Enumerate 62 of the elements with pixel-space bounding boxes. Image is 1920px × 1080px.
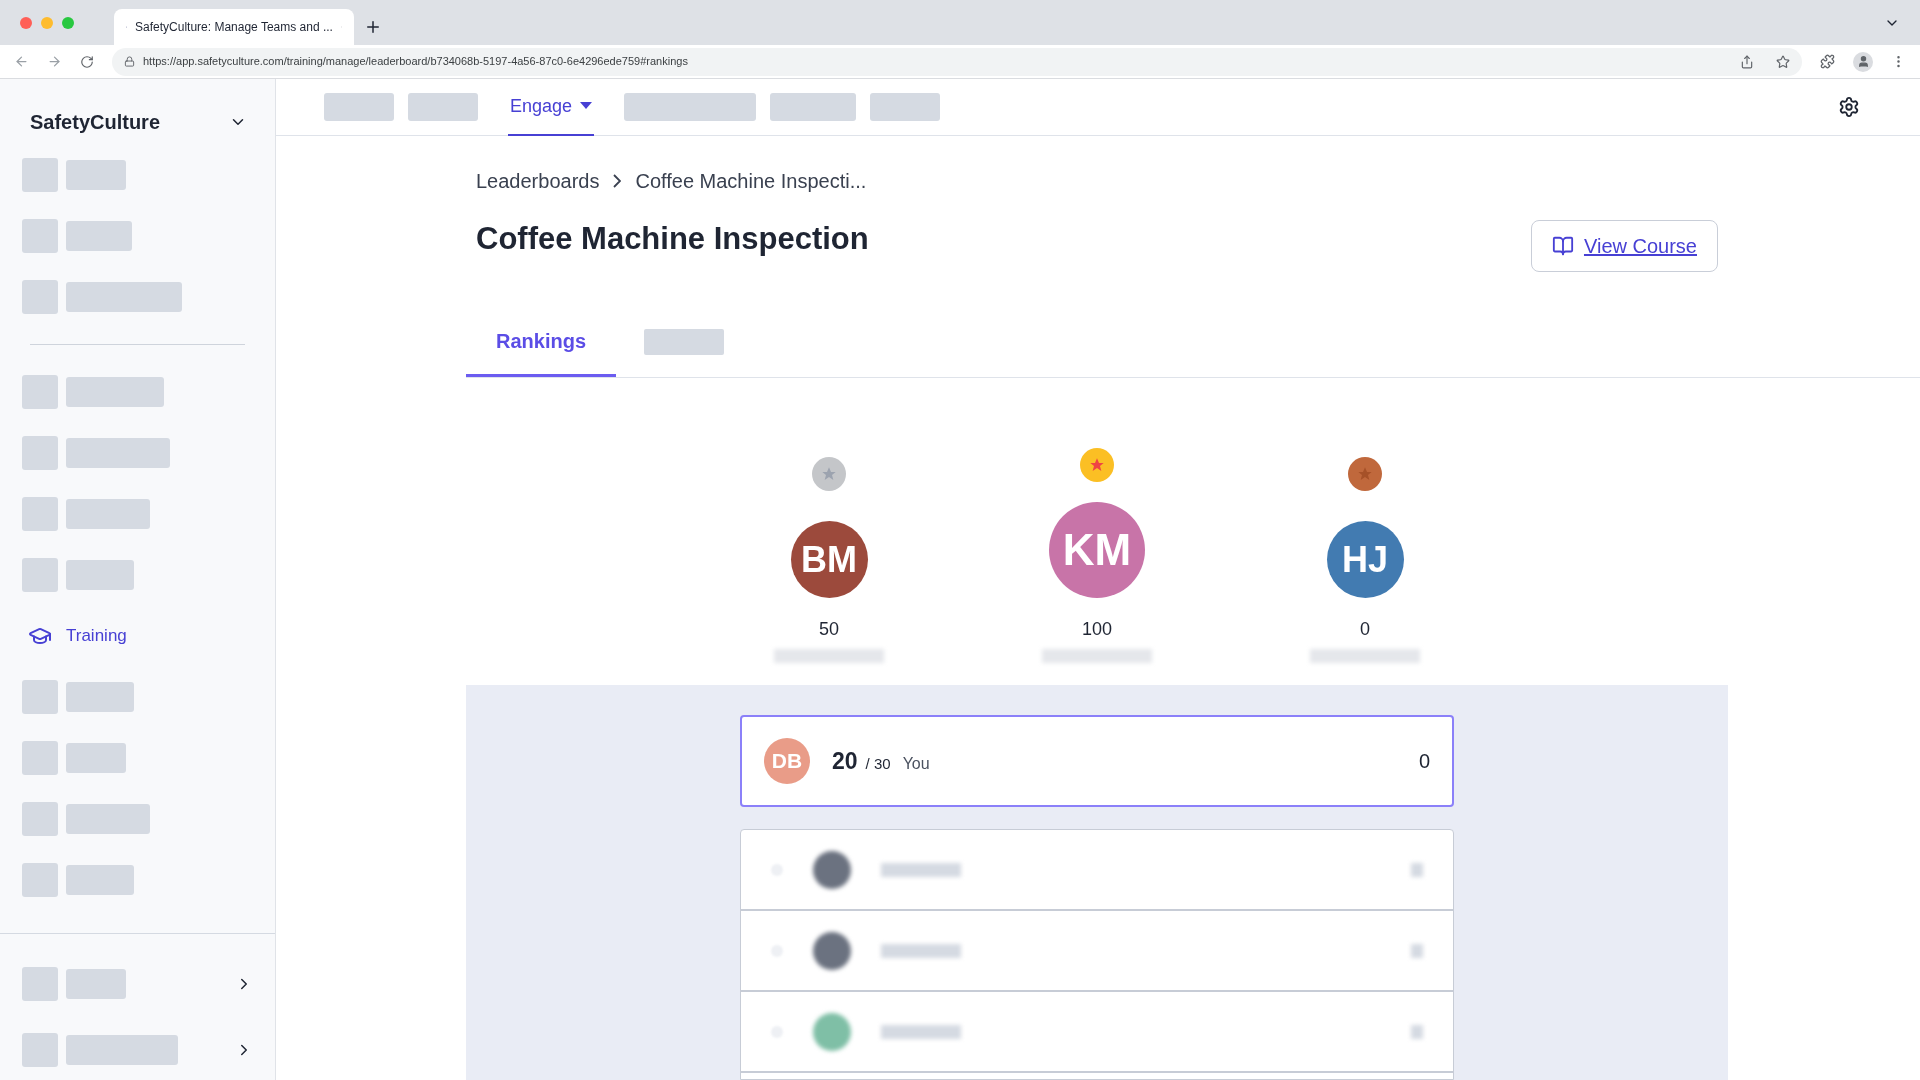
avatar: DB — [764, 738, 810, 784]
breadcrumb-current: Coffee Machine Inspecti... — [635, 169, 867, 194]
placeholder-block — [22, 1033, 58, 1067]
settings-icon[interactable] — [1838, 96, 1860, 118]
tab-title: SafetyCulture: Manage Teams and ... — [135, 19, 333, 36]
reload-icon[interactable] — [80, 54, 94, 69]
profile-icon[interactable] — [1853, 51, 1873, 72]
score: 50 — [819, 618, 839, 641]
avatar: BM — [790, 521, 868, 598]
placeholder-block — [22, 375, 58, 409]
rank-total: / 30 — [865, 753, 891, 774]
browser-tab[interactable]: SafetyCulture: Manage Teams and ... — [114, 9, 354, 45]
book-icon — [1551, 235, 1574, 257]
score: 100 — [1081, 618, 1112, 641]
page-title: Coffee Machine Inspection — [476, 220, 869, 258]
breadcrumb-link[interactable]: Leaderboards — [476, 166, 600, 196]
sidebar-item[interactable]: Training — [0, 618, 275, 654]
new-tab-icon[interactable] — [364, 18, 382, 36]
nav-tab[interactable]: Engage — [508, 78, 595, 136]
placeholder-block — [66, 160, 126, 190]
forward-icon[interactable] — [47, 54, 62, 69]
tab[interactable]: Rankings — [466, 326, 617, 377]
brand-name: SafetyCulture — [30, 110, 161, 135]
placeholder-block — [408, 93, 478, 121]
placeholder-block — [66, 969, 126, 999]
placeholder-block — [22, 280, 58, 314]
placeholder-block — [324, 93, 394, 121]
blurred-points — [1411, 943, 1423, 958]
blurred-points — [1411, 1024, 1423, 1039]
avatar: KM — [1049, 502, 1145, 598]
placeholder-block — [22, 680, 58, 714]
placeholder-block — [66, 743, 126, 773]
blurred-points — [1411, 862, 1423, 877]
placeholder-block — [22, 863, 58, 897]
share-icon[interactable] — [1740, 54, 1754, 69]
avatar: HJ — [1326, 521, 1404, 598]
url-text: https://app.safetyculture.com/training/manage/leaderboard/b734068b-5197-4a56-87c0-6e4296ede759#rankings — [143, 54, 689, 70]
placeholder-block — [22, 558, 58, 592]
lock-icon — [124, 56, 135, 67]
placeholder-block — [66, 221, 132, 251]
caret-icon — [580, 102, 593, 110]
rank-score: 20 — [832, 746, 858, 776]
placeholder-block — [870, 93, 941, 121]
you-label: You — [902, 753, 930, 774]
bookmark-star-icon[interactable] — [1776, 54, 1790, 69]
placeholder-block — [22, 802, 58, 836]
placeholder-block — [66, 865, 134, 895]
placeholder-block — [22, 741, 58, 775]
placeholder-block — [66, 682, 134, 712]
address-bar[interactable]: https://app.safetyculture.com/training/manage/leaderboard/b734068b-5197-4a56-87c0-6e4296ede759#rankings — [112, 47, 1802, 76]
placeholder-block — [22, 967, 58, 1001]
placeholder-block — [22, 219, 58, 253]
points: 0 — [1418, 749, 1430, 774]
view-course-button[interactable]: View Course — [1530, 220, 1718, 272]
chevron-right-icon — [613, 174, 622, 188]
placeholder-block — [66, 560, 134, 590]
extensions-icon[interactable] — [1820, 54, 1835, 69]
score: 0 — [1360, 618, 1370, 641]
placeholder-block — [22, 158, 58, 192]
placeholder-block — [22, 497, 58, 531]
back-icon[interactable] — [14, 54, 29, 69]
placeholder-block — [22, 436, 58, 470]
